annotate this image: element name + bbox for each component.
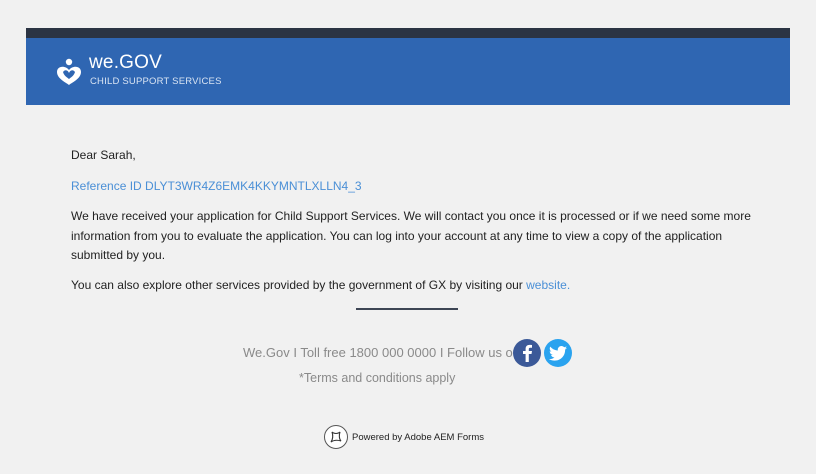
greeting: Dear Sarah, xyxy=(71,148,136,162)
website-link[interactable]: website. xyxy=(526,278,570,292)
footer-contact: We.Gov I Toll free 1800 000 0000 I Follo… xyxy=(243,345,521,360)
explore-paragraph: You can also explore other services prov… xyxy=(71,278,570,292)
powered-by-label: Powered by Adobe AEM Forms xyxy=(352,431,485,443)
wegov-logo-icon xyxy=(57,58,81,85)
twitter-icon[interactable] xyxy=(544,339,572,367)
header-top-bar xyxy=(26,28,790,38)
brand-tagline: CHILD SUPPORT SERVICES xyxy=(90,76,222,87)
reference-id: Reference ID DLYT3WR4Z6EMK4KKYMNTLXLLN4_… xyxy=(71,179,362,193)
brand-name: we.GOV xyxy=(89,52,162,73)
facebook-icon[interactable] xyxy=(513,339,541,367)
adobe-aem-icon xyxy=(324,425,348,449)
body-paragraph: We have received your application for Ch… xyxy=(71,209,751,262)
email-header: we.GOV CHILD SUPPORT SERVICES xyxy=(26,28,790,105)
terms-note: *Terms and conditions apply xyxy=(299,371,456,385)
divider xyxy=(356,308,458,310)
explore-text: You can also explore other services prov… xyxy=(71,278,527,292)
powered-by: Powered by Adobe AEM Forms xyxy=(324,425,484,449)
